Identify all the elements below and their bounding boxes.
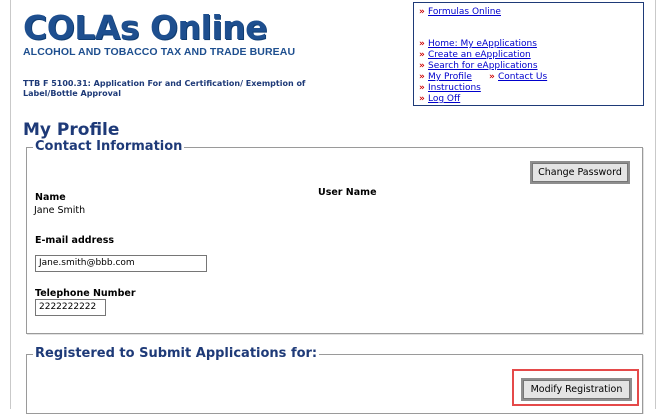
logo-title: COLAs Online xyxy=(23,8,268,47)
nav-link-search-eapplications[interactable]: » Search for eApplications xyxy=(419,61,538,72)
page-title: My Profile xyxy=(23,120,120,140)
chevron-right-icon: » xyxy=(419,94,425,104)
chevron-right-icon: » xyxy=(419,61,425,71)
name-label: Name xyxy=(35,192,66,203)
modify-registration-highlight xyxy=(512,369,639,406)
chevron-right-icon: » xyxy=(419,50,425,60)
telephone-field[interactable]: 2222222222 xyxy=(35,299,106,316)
colas-online-logo: COLAs Online ALCOHOL AND TOBACCO TAX AND… xyxy=(23,8,296,59)
frame-divider-left xyxy=(10,0,11,409)
username-label: User Name xyxy=(318,187,377,198)
nav-link-formulas-online[interactable]: » Formulas Online xyxy=(419,7,501,18)
form-description: TTB F 5100.31: Application For and Certi… xyxy=(23,79,306,98)
chevron-right-icon: » xyxy=(419,72,425,82)
nav-link-contact-us[interactable]: » Contact Us xyxy=(489,72,547,83)
chevron-right-icon: » xyxy=(489,72,495,82)
registered-applications-legend: Registered to Submit Applications for: xyxy=(33,346,320,362)
nav-link-my-profile[interactable]: » My Profile xyxy=(419,72,472,83)
chevron-right-icon: » xyxy=(419,7,425,17)
nav-link-home[interactable]: » Home: My eApplications xyxy=(419,39,537,50)
contact-information-section: Contact Information Change Password Name… xyxy=(26,139,643,334)
frame-divider-right xyxy=(655,0,656,409)
chevron-right-icon: » xyxy=(419,39,425,49)
nav-link-instructions[interactable]: » Instructions xyxy=(419,83,481,94)
contact-information-legend: Contact Information xyxy=(33,139,185,155)
nav-link-log-off[interactable]: » Log Off xyxy=(419,94,460,105)
email-field[interactable]: Jane.smith@bbb.com xyxy=(35,255,207,272)
change-password-button[interactable]: Change Password xyxy=(532,163,628,182)
logo-subtitle: ALCOHOL AND TOBACCO TAX AND TRADE BUREAU xyxy=(23,46,296,58)
name-value: Jane Smith xyxy=(34,205,86,216)
navigation-box: » Formulas Online » Home: My eApplications… xyxy=(413,2,644,106)
chevron-right-icon: » xyxy=(419,83,425,93)
email-label: E-mail address xyxy=(35,235,115,246)
nav-link-create-eapplication[interactable]: » Create an eApplication xyxy=(419,50,531,61)
